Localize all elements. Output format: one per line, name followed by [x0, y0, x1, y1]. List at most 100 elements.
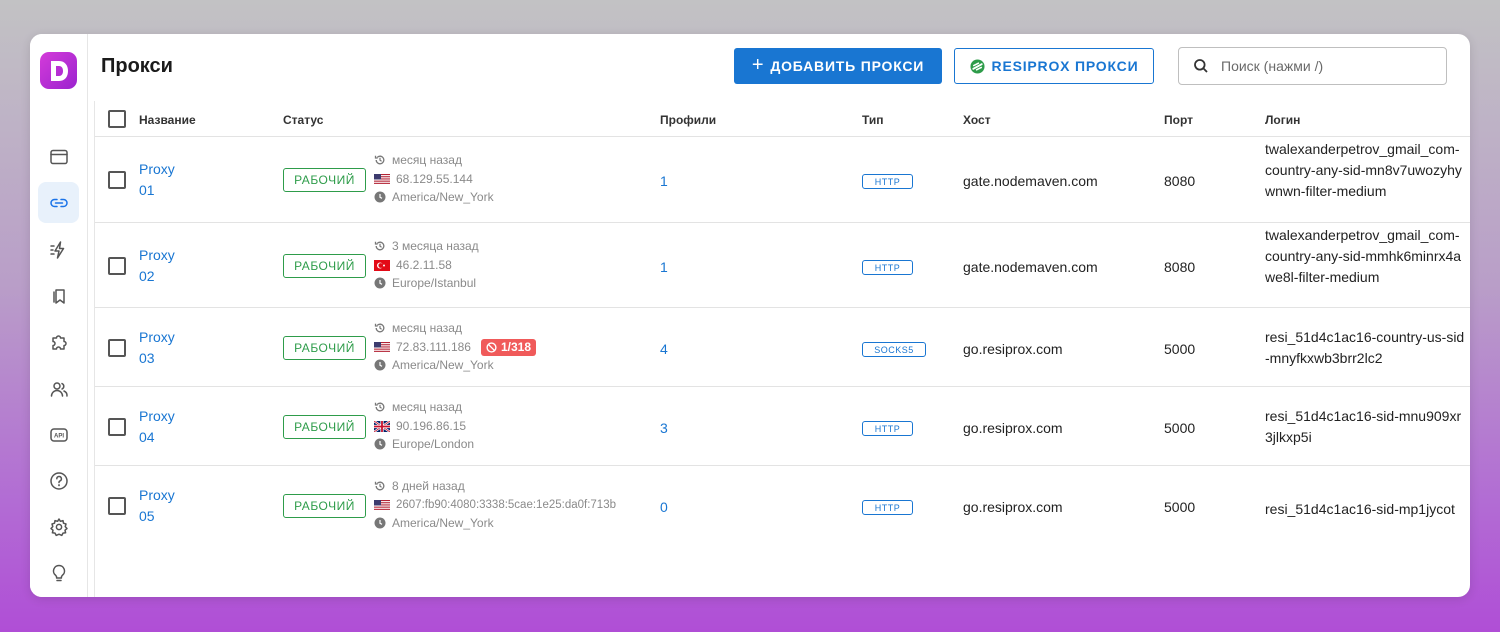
proxy-login: twalexanderpetrov_gmail_com-country-any-… — [1265, 227, 1462, 285]
proxy-host: go.resiprox.com — [963, 499, 1063, 515]
svg-text:API: API — [53, 433, 63, 439]
header-port[interactable]: Порт — [1164, 113, 1193, 127]
sidebar-item-api[interactable]: API — [38, 414, 79, 455]
proxy-name[interactable]: Proxy 03 — [139, 327, 199, 369]
clock-icon — [374, 438, 386, 450]
history-icon — [374, 154, 386, 166]
type-badge: HTTP — [862, 421, 913, 436]
history-icon — [374, 322, 386, 334]
blocked-icon — [486, 341, 497, 353]
header-status[interactable]: Статус — [283, 113, 323, 127]
sidebar-item-bookmarks[interactable] — [38, 275, 79, 316]
header-login[interactable]: Логин — [1265, 113, 1300, 127]
proxy-port: 8080 — [1164, 259, 1196, 275]
row-checkbox[interactable] — [108, 339, 126, 357]
proxy-host: gate.nodemaven.com — [963, 173, 1098, 189]
status-badge: РАБОЧИЙ — [283, 168, 366, 192]
table-row[interactable]: Proxy 04 РАБОЧИЙ месяц назад 90.196.86.15… — [95, 387, 1470, 466]
clock-icon — [374, 277, 386, 289]
last-checked: месяц назад — [392, 400, 462, 414]
proxy-name[interactable]: Proxy 05 — [139, 485, 199, 527]
sidebar-item-browsers[interactable] — [38, 136, 79, 177]
history-icon — [374, 240, 386, 252]
flag-gb-icon — [373, 419, 391, 433]
proxy-timezone: America/New_York — [392, 516, 494, 530]
table-row[interactable]: Proxy 02 РАБОЧИЙ 3 месяца назад 46.2.11.5… — [95, 223, 1470, 308]
status-badge: РАБОЧИЙ — [283, 254, 366, 278]
resiprox-logo-icon — [970, 58, 985, 74]
type-badge: SOCKS5 — [862, 342, 926, 357]
sidebar-item-settings[interactable] — [38, 506, 79, 547]
status-badge: РАБОЧИЙ — [283, 494, 366, 518]
proxy-host: gate.nodemaven.com — [963, 259, 1098, 275]
flag-us-icon — [374, 173, 390, 185]
sidebar-item-extensions[interactable] — [38, 321, 79, 362]
users-icon — [50, 381, 68, 397]
proxy-host: go.resiprox.com — [963, 420, 1063, 436]
proxy-port: 5000 — [1164, 420, 1196, 436]
header-profiles[interactable]: Профили — [660, 113, 716, 127]
proxy-name[interactable]: Proxy 04 — [139, 406, 199, 448]
help-icon — [49, 471, 68, 490]
profiles-count[interactable]: 4 — [660, 341, 668, 357]
lightbulb-icon — [52, 564, 65, 581]
error-badge: 1/318 — [480, 338, 536, 356]
select-all-checkbox[interactable] — [108, 110, 126, 128]
sidebar-item-tips[interactable] — [38, 552, 79, 593]
last-checked: месяц назад — [392, 321, 462, 335]
proxy-ip: 2607:fb90:4080:3338:5cae:1e25:da0f:713b — [396, 499, 616, 511]
row-checkbox[interactable] — [108, 171, 126, 189]
last-checked: месяц назад — [392, 153, 462, 167]
profiles-count[interactable]: 1 — [660, 173, 668, 189]
proxy-table: Название Статус Профили Тип Хост Порт Ло… — [94, 101, 1470, 597]
proxy-timezone: America/New_York — [392, 190, 494, 204]
proxy-timezone: America/New_York — [392, 358, 494, 372]
table-row[interactable]: Proxy 03 РАБОЧИЙ месяц назад 72.83.111.18… — [95, 308, 1470, 387]
profiles-count[interactable]: 1 — [660, 259, 668, 275]
proxy-ip: 90.196.86.15 — [396, 419, 467, 433]
row-checkbox[interactable] — [108, 418, 126, 436]
search-input[interactable] — [1221, 58, 1421, 74]
type-badge: HTTP — [862, 260, 913, 275]
proxy-login: twalexanderpetrov_gmail_com-country-any-… — [1265, 141, 1462, 199]
row-checkbox[interactable] — [108, 257, 126, 275]
header-type[interactable]: Тип — [862, 113, 884, 127]
extensions-icon — [51, 334, 67, 350]
proxy-port: 5000 — [1164, 499, 1196, 515]
history-icon — [374, 480, 386, 492]
app-window: API Прокси + ДОБАВИТЬ ПРОКСИ RESIPROX ПР… — [30, 34, 1470, 597]
proxy-name[interactable]: Proxy 01 — [139, 159, 199, 201]
automation-icon — [49, 240, 64, 259]
sidebar-item-automation[interactable] — [38, 229, 79, 270]
resiprox-proxy-label: RESIPROX ПРОКСИ — [991, 58, 1139, 74]
proxy-host: go.resiprox.com — [963, 341, 1063, 357]
link-icon — [49, 198, 68, 207]
header-host[interactable]: Хост — [963, 113, 991, 127]
row-checkbox[interactable] — [108, 497, 126, 515]
sidebar-item-proxies[interactable] — [38, 182, 79, 223]
bookmarks-icon — [52, 288, 65, 304]
flag-us-icon — [374, 341, 390, 353]
proxy-ip: 68.129.55.144 — [396, 172, 473, 186]
search-box[interactable] — [1178, 47, 1447, 85]
sidebar-item-help[interactable] — [38, 460, 79, 501]
table-row[interactable]: Proxy 05 РАБОЧИЙ 8 дней назад 2607:fb90:4… — [95, 466, 1470, 545]
proxy-login: resi_51d4c1ac16-country-us-sid-mnyfkxwb3… — [1265, 329, 1465, 366]
settings-icon — [49, 517, 68, 536]
app-logo[interactable] — [40, 52, 77, 89]
proxy-port: 5000 — [1164, 341, 1196, 357]
header-name[interactable]: Название — [139, 113, 196, 127]
last-checked: 3 месяца назад — [392, 239, 479, 253]
clock-icon — [374, 359, 386, 371]
proxy-name[interactable]: Proxy 02 — [139, 245, 199, 287]
profiles-count[interactable]: 0 — [660, 499, 668, 515]
table-row[interactable]: Proxy 01 РАБОЧИЙ месяц назад 68.129.55.14… — [95, 137, 1470, 223]
flag-us-icon — [374, 499, 390, 511]
profiles-count[interactable]: 3 — [660, 420, 668, 436]
resiprox-proxy-button[interactable]: RESIPROX ПРОКСИ — [954, 48, 1154, 84]
clock-icon — [374, 191, 386, 203]
last-checked: 8 дней назад — [392, 479, 465, 493]
proxy-ip: 46.2.11.58 — [396, 258, 452, 272]
sidebar-item-team[interactable] — [38, 368, 79, 409]
add-proxy-button[interactable]: + ДОБАВИТЬ ПРОКСИ — [734, 48, 942, 84]
